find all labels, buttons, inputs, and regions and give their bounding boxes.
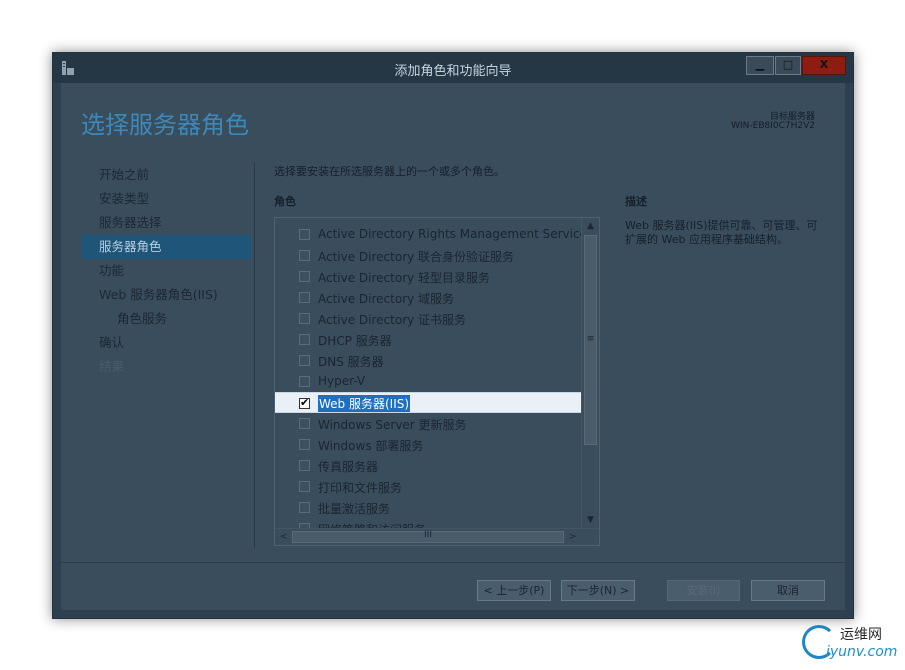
role-label: 传真服务器 — [318, 460, 379, 474]
role-item[interactable]: Hyper-V — [275, 371, 582, 392]
scroll-right-icon[interactable]: > — [564, 529, 581, 545]
maximize-button[interactable]: □ — [775, 56, 801, 75]
role-label: Active Directory 域服务 — [318, 292, 455, 306]
role-checkbox[interactable] — [299, 481, 310, 492]
role-label: Windows 部署服务 — [318, 439, 424, 453]
nav-divider — [254, 163, 255, 548]
role-label: DHCP 服务器 — [318, 334, 392, 348]
wizard-body: 选择服务器角色 目标服务器 WIN-EB8I0C7H2V2 开始之前 安装类型 … — [61, 83, 845, 610]
role-item[interactable]: DNS 服务器 — [275, 350, 582, 371]
vertical-scrollbar[interactable]: ▲ ≡ ▼ — [581, 218, 599, 529]
role-item[interactable]: Windows 部署服务 — [275, 434, 582, 455]
role-label: Active Directory 联合身份验证服务 — [318, 250, 515, 264]
scroll-down-icon[interactable]: ▼ — [582, 512, 599, 529]
role-checkbox[interactable] — [299, 250, 310, 261]
target-server-name: WIN-EB8I0C7H2V2 — [731, 121, 815, 131]
role-checkbox[interactable] — [299, 229, 310, 240]
minimize-button[interactable]: ▁ — [746, 56, 774, 75]
role-checkbox[interactable] — [299, 271, 310, 282]
nav-item-server-roles[interactable]: 服务器角色 — [81, 235, 252, 259]
role-item[interactable]: 批量激活服务 — [275, 497, 582, 518]
role-item[interactable]: Active Directory 轻型目录服务 — [275, 266, 582, 287]
roles-heading: 角色 — [274, 195, 296, 208]
role-checkbox[interactable] — [299, 439, 310, 450]
roles-list[interactable]: Active Directory Rights Management Servi… — [275, 218, 582, 529]
nav-item-before-you-begin[interactable]: 开始之前 — [81, 163, 252, 187]
role-item[interactable]: DHCP 服务器 — [275, 329, 582, 350]
close-button[interactable]: X — [802, 56, 846, 75]
next-button[interactable]: 下一步(N) > — [561, 580, 635, 601]
cancel-button[interactable]: 取消 — [751, 580, 825, 601]
nav-item-installation-type[interactable]: 安装类型 — [81, 187, 252, 211]
grip-icon: III — [424, 530, 432, 540]
wizard-window: 添加角色和功能向导 ▁ □ X 选择服务器角色 目标服务器 WIN-EB8I0C… — [52, 52, 854, 619]
instruction-text: 选择要安装在所选服务器上的一个或多个角色。 — [274, 165, 505, 178]
horizontal-scrollbar[interactable]: < III > — [275, 528, 599, 545]
previous-button[interactable]: < 上一步(P) — [477, 580, 551, 601]
role-item[interactable]: Active Directory 域服务 — [275, 287, 582, 308]
role-label: Active Directory 证书服务 — [318, 313, 467, 327]
grip-icon: ≡ — [586, 334, 595, 344]
roles-listbox[interactable]: Active Directory Rights Management Servi… — [274, 217, 600, 546]
description-heading: 描述 — [625, 195, 647, 208]
role-item[interactable]: Active Directory 联合身份验证服务 — [275, 245, 582, 266]
role-checkbox[interactable] — [299, 502, 310, 513]
role-checkbox[interactable] — [299, 460, 310, 471]
role-label: Windows Server 更新服务 — [318, 418, 467, 432]
nav-item-results: 结果 — [99, 359, 125, 374]
footer-divider — [61, 562, 845, 563]
nav-item-role-services[interactable]: 角色服务 — [81, 307, 252, 331]
role-label: Web 服务器(IIS) — [318, 395, 411, 412]
horizontal-scroll-thumb[interactable]: III — [292, 530, 564, 543]
nav-item-server-selection[interactable]: 服务器选择 — [81, 211, 252, 235]
role-label: 打印和文件服务 — [318, 481, 403, 495]
role-item[interactable]: Active Directory Rights Management Servi… — [275, 224, 582, 245]
role-label: Hyper-V — [318, 374, 366, 388]
nav-item-web-server-role[interactable]: Web 服务器角色(IIS) — [81, 283, 252, 307]
role-label: Active Directory Rights Management Servi… — [318, 227, 582, 241]
role-label: Active Directory 轻型目录服务 — [318, 271, 491, 285]
close-icon: X — [819, 58, 829, 71]
page-title: 选择服务器角色 — [81, 111, 249, 139]
maximize-icon: □ — [782, 58, 794, 71]
role-checkbox[interactable]: ✔ — [299, 396, 310, 409]
role-item[interactable]: 打印和文件服务 — [275, 476, 582, 497]
role-label: DNS 服务器 — [318, 355, 384, 369]
role-item[interactable]: Active Directory 证书服务 — [275, 308, 582, 329]
role-checkbox[interactable] — [299, 418, 310, 429]
nav-item-features[interactable]: 功能 — [81, 259, 252, 283]
nav-item-confirmation[interactable]: 确认 — [81, 331, 252, 355]
title-bar[interactable]: 添加角色和功能向导 ▁ □ X — [53, 53, 853, 83]
checkmark-icon: ✔ — [300, 396, 310, 409]
role-item[interactable]: Windows Server 更新服务 — [275, 413, 582, 434]
watermark-en-text: iyunv.com — [826, 644, 898, 660]
role-item[interactable]: ✔ Web 服务器(IIS) — [275, 392, 582, 413]
minimize-icon: ▁ — [755, 58, 765, 71]
wizard-nav: 开始之前 安装类型 服务器选择 服务器角色 功能 Web 服务器角色(IIS) … — [81, 163, 252, 379]
watermark-cn-text: 运维网 — [840, 627, 882, 643]
role-checkbox[interactable] — [299, 334, 310, 345]
role-checkbox[interactable] — [299, 376, 310, 387]
watermark-logo: 运维网 iyunv.com — [802, 622, 905, 666]
vertical-scroll-thumb[interactable]: ≡ — [584, 235, 597, 445]
scroll-left-icon[interactable]: < — [275, 529, 292, 545]
role-checkbox[interactable] — [299, 292, 310, 303]
role-item[interactable]: 传真服务器 — [275, 455, 582, 476]
wizard-header: 选择服务器角色 目标服务器 WIN-EB8I0C7H2V2 — [61, 83, 845, 155]
role-label: 批量激活服务 — [318, 502, 391, 516]
window-title: 添加角色和功能向导 — [394, 64, 512, 79]
role-checkbox[interactable] — [299, 313, 310, 324]
role-checkbox[interactable] — [299, 355, 310, 366]
scroll-up-icon[interactable]: ▲ — [582, 218, 599, 235]
install-button: 安装(I) — [667, 580, 740, 601]
description-text: Web 服务器(IIS)提供可靠、可管理、可扩展的 Web 应用程序基础结构。 — [625, 219, 818, 246]
